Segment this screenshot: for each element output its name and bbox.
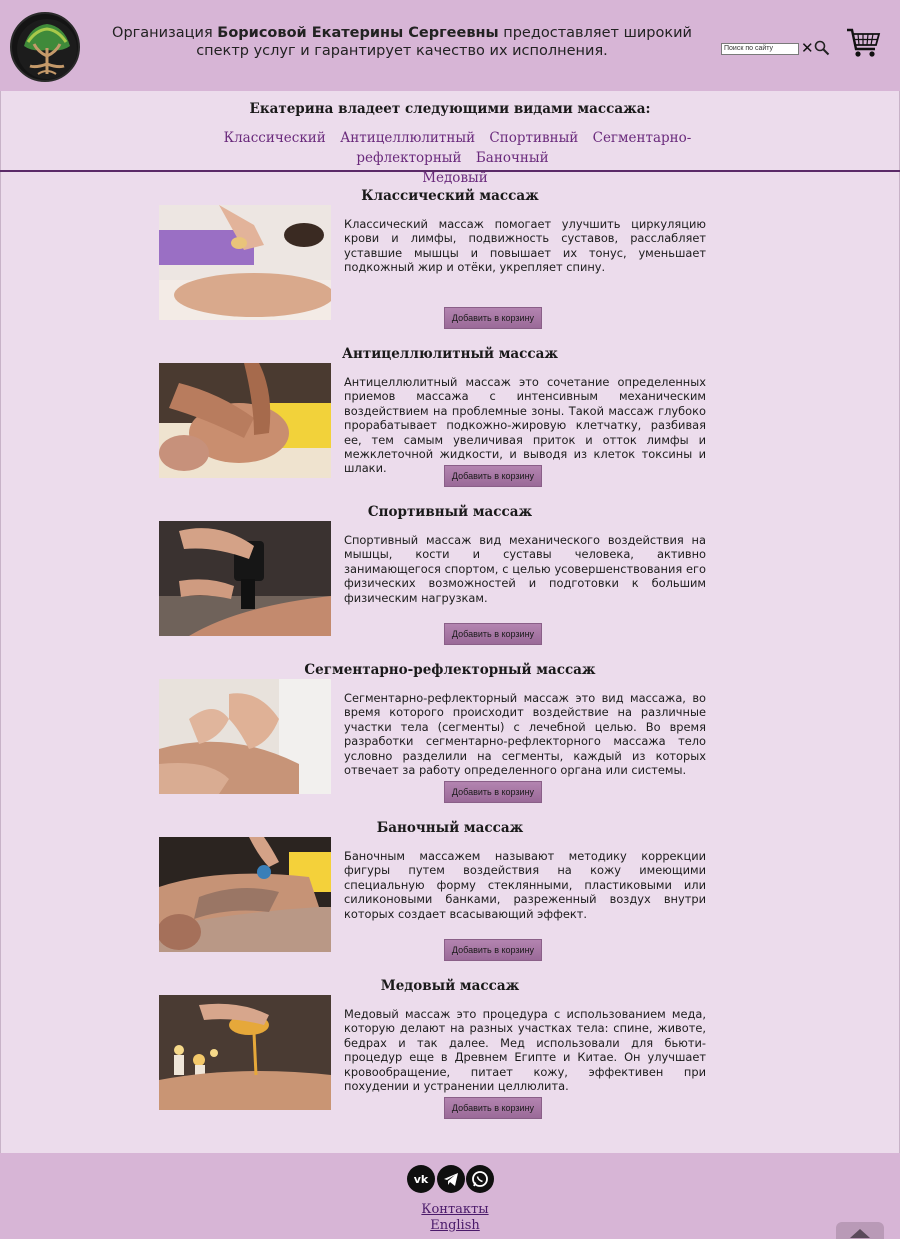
add-to-cart-button[interactable]: Добавить в корзину — [444, 1097, 542, 1119]
nav-link-anticellulite[interactable]: Антицеллюлитный — [340, 130, 475, 146]
section-title: Классический массаж — [361, 188, 539, 204]
classic-massage-photo — [159, 205, 331, 320]
add-to-cart-button[interactable]: Добавить в корзину — [444, 781, 542, 803]
nav-link-sport[interactable]: Спортивный — [489, 130, 578, 146]
add-to-cart-button[interactable]: Добавить в корзину — [444, 307, 542, 329]
section-description: Спортивный массаж вид механического возд… — [344, 533, 706, 605]
header-divider — [0, 170, 900, 172]
nav-link-cupping[interactable]: Баночный — [476, 150, 549, 166]
contacts-link[interactable]: Контакты — [0, 1202, 900, 1217]
tagline-prefix: Организация — [112, 25, 218, 41]
section-description: Сегментарно-рефлекторный массаж это вид … — [344, 691, 706, 778]
nav-link-honey[interactable]: Медовый — [422, 170, 488, 186]
svg-text:vk: vk — [414, 1173, 429, 1186]
search-icon[interactable] — [814, 40, 830, 56]
section-sport: Спортивный массаж Спортивный массаж вид … — [158, 504, 708, 654]
honey-massage-photo — [159, 995, 331, 1110]
site-footer: vk Контакты English — [0, 1153, 900, 1239]
add-to-cart-button[interactable]: Добавить в корзину — [444, 939, 542, 961]
english-link[interactable]: English — [0, 1218, 900, 1233]
add-to-cart-button[interactable]: Добавить в корзину — [444, 623, 542, 645]
tree-logo-icon[interactable] — [10, 12, 80, 82]
section-description: Медовый массаж это процедура с использов… — [344, 1007, 706, 1094]
anticellulite-massage-photo — [159, 363, 331, 478]
section-title: Баночный массаж — [376, 820, 524, 836]
shopping-cart-icon[interactable] — [845, 25, 881, 61]
telegram-icon[interactable] — [437, 1165, 465, 1193]
section-honey: Медовый массаж Медовый массаж это процед… — [158, 978, 708, 1128]
section-title: Сегментарно-рефлекторный массаж — [304, 662, 596, 678]
nav-link-classic[interactable]: Классический — [224, 130, 326, 146]
section-title: Медовый массаж — [380, 978, 520, 994]
massage-nav: Классический Антицеллюлитный Спортивный … — [170, 128, 740, 188]
section-title: Антицеллюлитный массаж — [341, 346, 558, 362]
sport-massage-photo — [159, 521, 331, 636]
section-title: Спортивный массаж — [367, 504, 533, 520]
header-tagline: Организация Борисовой Екатерины Сергеевн… — [104, 24, 700, 60]
vk-icon[interactable]: vk — [407, 1165, 435, 1193]
add-to-cart-button[interactable]: Добавить в корзину — [444, 465, 542, 487]
section-segmental: Сегментарно-рефлекторный массаж Сегмента… — [158, 662, 708, 812]
clear-search-icon[interactable]: ✕ — [801, 40, 814, 56]
section-classic: Классический массаж Классический массаж … — [158, 188, 708, 338]
cupping-massage-photo — [159, 837, 331, 952]
scroll-to-top-button[interactable] — [836, 1222, 884, 1239]
whatsapp-icon[interactable] — [466, 1165, 494, 1193]
site-header: Организация Борисовой Екатерины Сергеевн… — [0, 0, 900, 91]
search-input[interactable]: Поиск по сайту — [721, 43, 799, 55]
tagline-name: Борисовой Екатерины Сергеевны — [217, 25, 499, 41]
section-description: Антицеллюлитный массаж это сочетание опр… — [344, 375, 706, 476]
section-anticellulite: Антицеллюлитный массаж Антицеллюлитный м… — [158, 346, 708, 496]
segmental-massage-photo — [159, 679, 331, 794]
section-description: Баночным массажем называют методику корр… — [344, 849, 706, 921]
intro-title: Екатерина владеет следующими видами масс… — [249, 101, 651, 117]
section-cupping: Баночный массаж Баночным массажем называ… — [158, 820, 708, 970]
section-description: Классический массаж помогает улучшить ци… — [344, 217, 706, 275]
